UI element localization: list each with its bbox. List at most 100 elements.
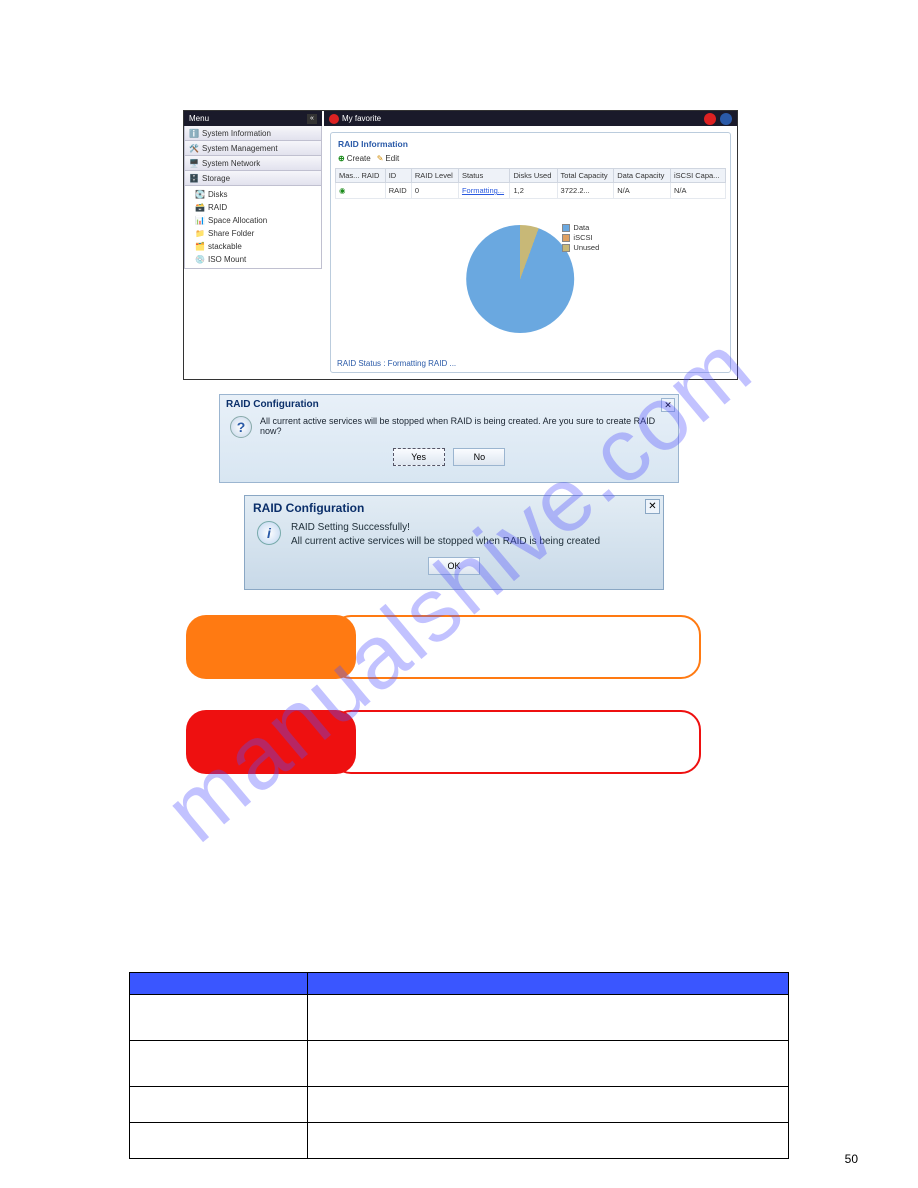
col-status[interactable]: Status [458, 169, 509, 183]
create-label: Create [347, 154, 371, 163]
col-level[interactable]: RAID Level [411, 169, 458, 183]
col-data[interactable]: Data Capacity [614, 169, 671, 183]
cell-level: 0 [411, 183, 458, 199]
table-row [130, 995, 789, 1041]
accordion-item-sysmgmt[interactable]: 🛠️System Management [185, 141, 321, 156]
tree-item-raid[interactable]: 🗃️RAID [195, 201, 317, 214]
table-header-col1 [130, 973, 308, 995]
raid-icon: 🗃️ [195, 203, 205, 213]
dialog-message: RAID Setting Successfully! All current a… [291, 521, 600, 548]
table-header-col2 [307, 973, 788, 995]
cell-master: ◉ [336, 183, 386, 199]
tree-item-space[interactable]: 📊Space Allocation [195, 214, 317, 227]
accordion-label: System Management [202, 144, 278, 153]
folder-icon: 📁 [195, 229, 205, 239]
pie-chart [466, 225, 574, 333]
raid-status-text: RAID Status : Formatting RAID ... [337, 359, 456, 368]
cell-disks: 1,2 [510, 183, 557, 199]
tree-label: RAID [208, 203, 227, 212]
sysnet-icon: 🖥️ [189, 158, 199, 168]
yes-button[interactable]: Yes [393, 448, 445, 466]
favorite-header: My favorite [324, 111, 737, 126]
legend-swatch-data [562, 224, 570, 232]
space-icon: 📊 [195, 216, 205, 226]
storage-icon: 🗄️ [189, 173, 199, 183]
raid-table: Mas... RAID ID RAID Level Status Disks U… [335, 168, 726, 199]
page-number: 50 [845, 1152, 858, 1166]
dialog-line1: RAID Setting Successfully! [291, 521, 600, 535]
accordion-item-storage[interactable]: 🗄️Storage [185, 171, 321, 186]
tree-label: stackable [208, 242, 242, 251]
raid-confirm-dialog: RAID Configuration ✕ ? All current activ… [219, 394, 679, 483]
sysmgmt-icon: 🛠️ [189, 143, 199, 153]
edit-button[interactable]: ✎Edit [377, 154, 400, 163]
cell-status[interactable]: Formatting... [458, 183, 509, 199]
warning-callout [186, 710, 701, 774]
note-body-box [331, 615, 701, 679]
tree-label: Disks [208, 190, 228, 199]
ok-button[interactable]: OK [428, 557, 480, 575]
stack-icon: 🗂️ [195, 242, 205, 252]
dialog-line2: All current active services will be stop… [291, 535, 600, 549]
col-disks[interactable]: Disks Used [510, 169, 557, 183]
chart-legend: Data iSCSI Unused [562, 223, 599, 253]
col-master[interactable]: Mas... RAID [336, 169, 386, 183]
tree-label: ISO Mount [208, 255, 246, 264]
table-row [130, 1087, 789, 1123]
cell-total: 3722.2... [557, 183, 614, 199]
header-button-1[interactable] [704, 113, 716, 125]
sysinfo-icon: ℹ️ [189, 128, 199, 138]
note-label-box [186, 615, 356, 679]
cell-id: RAID [385, 183, 411, 199]
legend-label: iSCSI [573, 233, 592, 242]
col-iscsi[interactable]: iSCSI Capa... [670, 169, 725, 183]
dialog-message: All current active services will be stop… [260, 416, 668, 436]
table-row [130, 1123, 789, 1159]
no-button[interactable]: No [453, 448, 505, 466]
legend-label: Data [573, 223, 589, 232]
favorite-icon [329, 114, 339, 124]
create-button[interactable]: ⊕Create [338, 154, 371, 163]
dialog-title: RAID Configuration [245, 496, 663, 521]
close-button[interactable]: ✕ [661, 398, 675, 412]
accordion-label: System Network [202, 159, 260, 168]
legend-swatch-iscsi [562, 234, 570, 242]
menu-title: Menu [189, 114, 209, 123]
close-button[interactable]: ✕ [645, 499, 660, 514]
disk-icon: 💽 [195, 190, 205, 200]
table-row [130, 1041, 789, 1087]
legend-label: Unused [573, 243, 599, 252]
tree-item-stackable[interactable]: 🗂️stackable [195, 240, 317, 253]
app-window: Menu « ℹ️System Information 🛠️System Man… [183, 110, 738, 380]
plus-icon: ⊕ [338, 154, 345, 163]
col-total[interactable]: Total Capacity [557, 169, 614, 183]
menu-header: Menu « [184, 111, 322, 126]
warning-body-box [331, 710, 701, 774]
note-callout [186, 615, 701, 679]
legend-swatch-unused [562, 244, 570, 252]
tree-item-disks[interactable]: 💽Disks [195, 188, 317, 201]
toolbar: ⊕Create ✎Edit [335, 151, 726, 166]
menu-sidebar: Menu « ℹ️System Information 🛠️System Man… [184, 111, 322, 379]
dialog-title: RAID Configuration [220, 395, 678, 416]
accordion-item-sysinfo[interactable]: ℹ️System Information [185, 126, 321, 141]
table-row[interactable]: ◉ RAID 0 Formatting... 1,2 3722.2... N/A… [336, 183, 726, 199]
tree-item-share[interactable]: 📁Share Folder [195, 227, 317, 240]
warning-label-box [186, 710, 356, 774]
edit-label: Edit [385, 154, 399, 163]
menu-collapse-button[interactable]: « [307, 114, 317, 124]
storage-tree: 💽Disks 🗃️RAID 📊Space Allocation 📁Share F… [185, 186, 321, 268]
tree-label: Share Folder [208, 229, 254, 238]
header-button-2[interactable] [720, 113, 732, 125]
accordion-item-sysnet[interactable]: 🖥️System Network [185, 156, 321, 171]
content-area: My favorite RAID Information ⊕Create ✎Ed… [324, 111, 737, 379]
radio-icon[interactable]: ◉ [339, 186, 346, 195]
accordion-label: System Information [202, 129, 271, 138]
raid-success-dialog: RAID Configuration ✕ i RAID Setting Succ… [244, 495, 664, 590]
col-id[interactable]: ID [385, 169, 411, 183]
cell-data: N/A [614, 183, 671, 199]
tree-item-iso[interactable]: 💿ISO Mount [195, 253, 317, 266]
tree-label: Space Allocation [208, 216, 267, 225]
raid-level-table [129, 972, 789, 1159]
iso-icon: 💿 [195, 255, 205, 265]
